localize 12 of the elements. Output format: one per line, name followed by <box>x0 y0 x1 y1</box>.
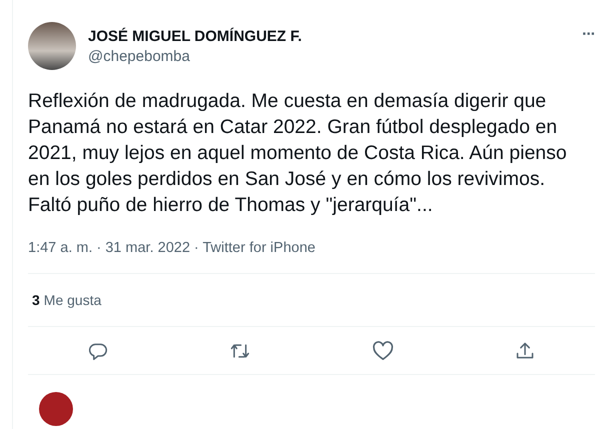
likes-label[interactable]: Me gusta <box>44 292 102 308</box>
author-name[interactable]: JOSÉ MIGUEL DOMÍNGUEZ F. <box>88 27 582 47</box>
next-avatar-placeholder[interactable] <box>39 392 73 426</box>
more-options-button[interactable]: ··· <box>582 26 595 44</box>
avatar-photo-placeholder[interactable] <box>28 22 76 70</box>
heart-icon[interactable] <box>372 340 394 360</box>
share-icon[interactable] <box>514 340 535 360</box>
reply-icon[interactable] <box>88 340 108 360</box>
author-handle[interactable]: @chepebomba <box>88 47 582 67</box>
tweet-text: Reflexión de madrugada. Me cuesta en demasía digerir que Panamá no estará en Catar 2022. Gran fútbol desplegado en 2021, muy lejos en aquel momento de Costa Rica. Aún pienso en los goles perdidos en San José y en cómo los revivimos. Faltó puño de hierro de Thomas y "jerarquía"... <box>28 89 568 218</box>
likes-count[interactable]: 3 <box>32 292 40 308</box>
tweet-timestamp: 1:47 a. m. · 31 mar. 2022 · Twitter for iPhone <box>28 239 316 258</box>
